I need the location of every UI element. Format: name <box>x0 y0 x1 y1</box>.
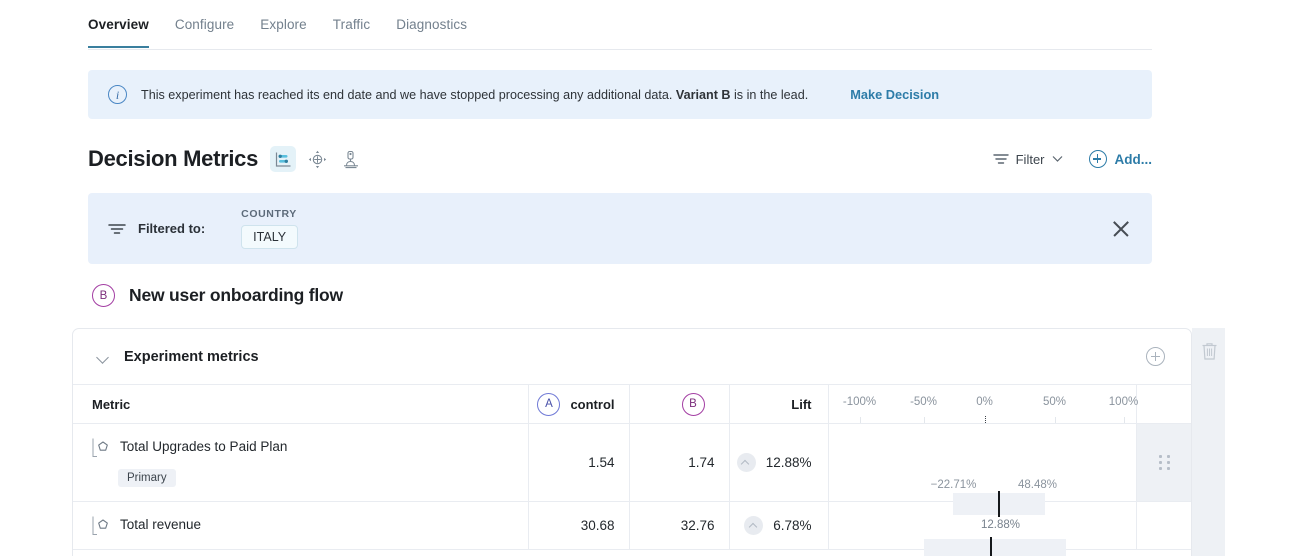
banner-message: This experiment has reached its end date… <box>141 88 808 102</box>
add-metric-button[interactable]: Add... <box>1089 150 1153 168</box>
table-row[interactable]: Total Upgrades to Paid Plan Primary 1.54… <box>73 424 1192 502</box>
axis-tick <box>1124 417 1125 423</box>
lift-cell: 12.88% <box>729 424 828 502</box>
microscope-icon[interactable] <box>338 146 364 172</box>
row-drag-handle[interactable] <box>1136 424 1192 502</box>
lift-value: 12.88% <box>766 455 812 470</box>
table-header: Metric A control B Lift <box>73 385 1192 424</box>
arrow-up-icon <box>737 453 756 472</box>
variant-badge-b-col: B <box>682 393 705 416</box>
filter-button[interactable]: Filter <box>993 152 1063 167</box>
control-label: control <box>570 397 614 412</box>
variant-heading: B New user onboarding flow <box>92 284 343 307</box>
table-header-row: Metric A control B Lift <box>73 385 1192 424</box>
column-header-metric[interactable]: Metric <box>73 385 528 424</box>
confidence-interval-cell <box>828 502 1136 550</box>
control-value: 30.68 <box>528 502 629 550</box>
make-decision-link[interactable]: Make Decision <box>850 87 939 102</box>
banner-text-before: This experiment has reached its end date… <box>141 88 676 102</box>
tab-explore[interactable]: Explore <box>260 0 306 46</box>
card-header: Experiment metrics <box>73 329 1191 384</box>
card-title: Experiment metrics <box>124 349 259 365</box>
view-mode-icons <box>270 146 364 172</box>
tab-traffic[interactable]: Traffic <box>333 0 370 46</box>
filter-dimension-label: COUNTRY <box>241 208 298 220</box>
active-filter-bar: Filtered to: COUNTRY ITALY <box>88 193 1152 264</box>
arrow-up-icon <box>744 516 763 535</box>
axis-tick <box>1055 417 1056 423</box>
page-title: Decision Metrics <box>88 146 258 172</box>
variant-title: New user onboarding flow <box>129 285 343 306</box>
lift-cell: 6.78% <box>729 502 828 550</box>
filter-group: COUNTRY ITALY <box>241 208 298 249</box>
metrics-table: Metric A control B Lift <box>73 384 1192 550</box>
axis-tick <box>860 417 861 423</box>
filter-value-chip[interactable]: ITALY <box>241 225 298 249</box>
ci-bar <box>924 539 1066 556</box>
right-rail <box>1192 328 1225 556</box>
experiment-ended-banner: i This experiment has reached its end da… <box>88 70 1152 119</box>
axis-tick-zero <box>985 416 986 423</box>
axis-tick-label: 0% <box>976 396 993 408</box>
lift-axis: -100% -50% 0% 50% 100% <box>829 385 1136 423</box>
ci-high-label: 48.48% <box>1018 479 1057 491</box>
column-header-lift[interactable]: Lift <box>729 385 828 424</box>
axis-tick-label: -50% <box>910 396 937 408</box>
info-icon: i <box>108 85 127 104</box>
axis-tick-label: 100% <box>1109 396 1138 408</box>
tab-bar: Overview Configure Explore Traffic Diagn… <box>88 0 1152 50</box>
filter-icon <box>108 222 126 236</box>
metrics-sliders-icon[interactable] <box>270 146 296 172</box>
tab-overview[interactable]: Overview <box>88 0 149 48</box>
table-body: Total Upgrades to Paid Plan Primary 1.54… <box>73 424 1192 550</box>
metric-name: Total revenue <box>120 516 201 533</box>
lift-value: 6.78% <box>773 518 811 533</box>
variant-badge-a: A <box>537 393 560 416</box>
variant-value: 32.76 <box>629 502 729 550</box>
column-header-handle <box>1136 385 1192 424</box>
control-value: 1.54 <box>528 424 629 502</box>
add-label: Add... <box>1115 152 1153 167</box>
banner-text-bold: Variant B <box>676 88 731 102</box>
plus-circle-icon <box>1089 150 1107 168</box>
tab-configure[interactable]: Configure <box>175 0 234 46</box>
axis-tick <box>924 417 925 423</box>
row-drag-handle[interactable] <box>1136 502 1192 550</box>
table-row[interactable]: Total revenue 30.68 32.76 6.78% <box>73 502 1192 550</box>
column-header-chart: -100% -50% 0% 50% 100% <box>828 385 1136 424</box>
ci-low-label: −22.71% <box>931 479 977 491</box>
trash-icon[interactable] <box>1201 342 1218 361</box>
filter-label: Filter <box>1016 152 1045 167</box>
tab-diagnostics[interactable]: Diagnostics <box>396 0 467 46</box>
metric-shield-icon <box>92 516 109 536</box>
confidence-interval-cell: −22.71% 48.48% 12.88% <box>828 424 1136 502</box>
axis-tick-label: 50% <box>1043 396 1066 408</box>
variant-value: 1.74 <box>629 424 729 502</box>
experiment-overview-page: Overview Configure Explore Traffic Diagn… <box>0 0 1289 556</box>
chevron-down-icon[interactable] <box>97 351 109 363</box>
close-icon[interactable] <box>1110 218 1132 240</box>
filtered-to-label: Filtered to: <box>138 221 205 236</box>
drag-dots-icon <box>1158 455 1170 471</box>
column-header-control[interactable]: A control <box>528 385 629 424</box>
metric-shield-icon <box>92 438 109 458</box>
target-move-icon[interactable] <box>304 146 330 172</box>
metric-name: Total Upgrades to Paid Plan <box>120 438 287 455</box>
variant-badge-b: B <box>92 284 115 307</box>
decision-metrics-header: Decision Metrics <box>88 140 1152 178</box>
add-row-button[interactable] <box>1146 347 1165 366</box>
banner-text-after: is in the lead. <box>730 88 808 102</box>
experiment-metrics-card: Experiment metrics Metric A control <box>72 328 1192 556</box>
metric-cell: Total Upgrades to Paid Plan Primary <box>73 424 528 502</box>
ci-center-marker <box>990 537 992 556</box>
column-header-variant[interactable]: B <box>629 385 729 424</box>
axis-tick-label: -100% <box>843 396 876 408</box>
chevron-down-icon <box>1052 155 1063 163</box>
metric-tag: Primary <box>118 469 176 487</box>
filter-icon <box>993 152 1009 166</box>
metric-cell: Total revenue <box>73 502 528 550</box>
